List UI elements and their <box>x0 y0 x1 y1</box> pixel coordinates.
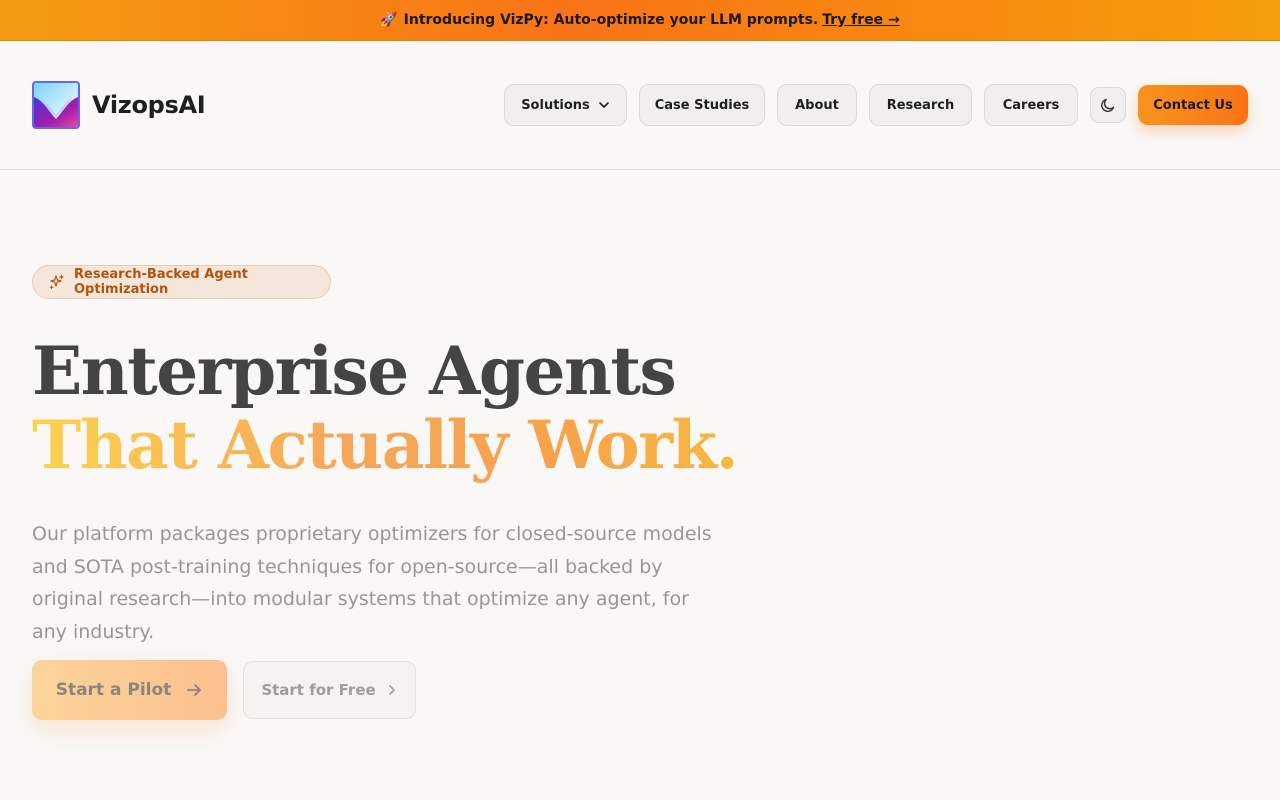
nav-research-label: Research <box>886 97 955 113</box>
start-pilot-label: Start a Pilot <box>55 680 172 700</box>
announcement-text: Introducing VizPy: Auto-optimize your LL… <box>403 12 819 28</box>
chevron-down-icon <box>598 99 610 111</box>
hero-description: Our platform packages proprietary optimi… <box>32 523 712 643</box>
hero-headline-line1: Enterprise Agents <box>32 332 677 410</box>
site-header: VizopsAI Solutions Case Studies About Re… <box>0 41 1280 170</box>
chevron-right-icon <box>386 684 398 696</box>
start-pilot-button[interactable]: Start a Pilot <box>32 660 227 720</box>
nav-about-label: About <box>795 97 839 113</box>
vizops-logo-icon[interactable] <box>32 81 80 129</box>
arrow-right-icon <box>185 681 203 699</box>
nav-solutions-label: Solutions <box>521 97 590 113</box>
start-free-label: Start for Free <box>261 681 376 699</box>
nav-careers[interactable]: Careers <box>984 84 1078 126</box>
theme-toggle-button[interactable] <box>1090 87 1126 123</box>
nav-case-studies-label: Case Studies <box>654 97 750 113</box>
hero-headline-line2: That Actually Work. <box>32 406 739 484</box>
nav-careers-label: Careers <box>1002 97 1060 113</box>
nav-solutions[interactable]: Solutions <box>504 84 627 126</box>
start-free-button[interactable]: Start for Free <box>243 661 416 719</box>
rocket-icon: 🚀 <box>380 12 398 28</box>
nav-case-studies[interactable]: Case Studies <box>639 84 765 126</box>
announcement-bar: 🚀 Introducing VizPy: Auto-optimize your … <box>0 0 1280 41</box>
contact-us-button[interactable]: Contact Us <box>1138 85 1248 125</box>
moon-icon <box>1099 96 1117 114</box>
nav-research[interactable]: Research <box>869 84 972 126</box>
nav-about[interactable]: About <box>777 84 857 126</box>
hero-badge: Research-Backed Agent Optimization <box>32 265 331 299</box>
brand-name[interactable]: VizopsAI <box>92 91 206 119</box>
sparkles-icon <box>49 274 65 290</box>
try-free-link[interactable]: Try free → <box>822 12 900 28</box>
hero-badge-label: Research-Backed Agent Optimization <box>74 267 248 297</box>
